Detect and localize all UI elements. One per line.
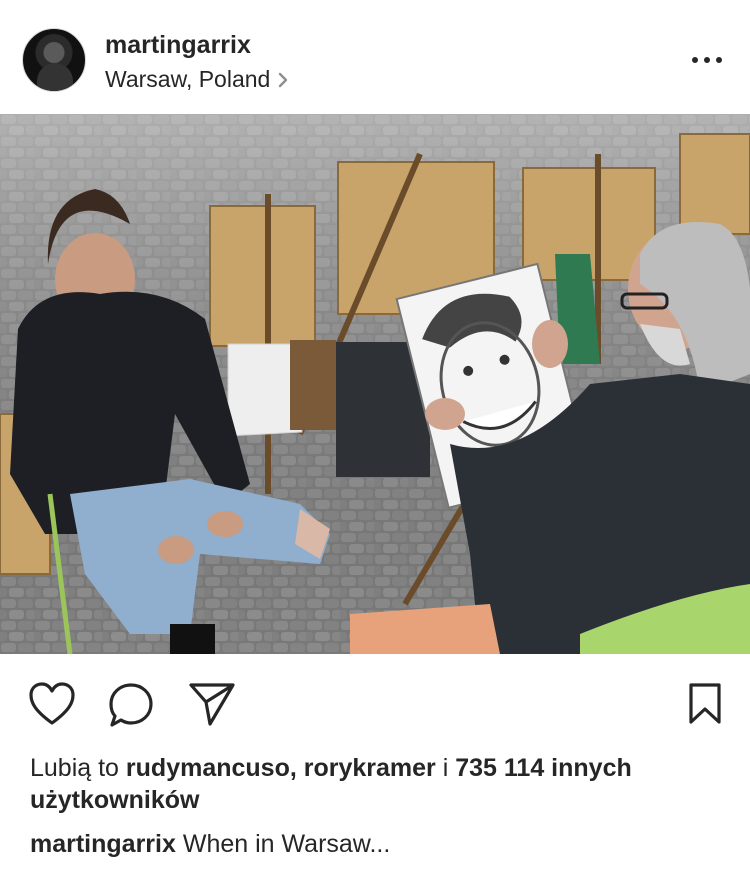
location-label: Warsaw, Poland: [105, 66, 271, 92]
heart-icon[interactable]: [28, 682, 76, 726]
post-photo[interactable]: [0, 114, 750, 654]
caption-username[interactable]: martingarrix: [30, 830, 176, 858]
post-username[interactable]: martingarrix: [105, 31, 251, 60]
caption-text: When in Warsaw...: [182, 830, 391, 858]
likes-prefix: Lubią to: [30, 754, 119, 782]
post-location[interactable]: Warsaw, Poland: [105, 66, 290, 93]
likes-connector: i: [442, 754, 449, 782]
likes-summary[interactable]: Lubią to rudymancuso, rorykramer i 735 1…: [30, 752, 730, 816]
share-icon[interactable]: [188, 682, 236, 726]
avatar[interactable]: [22, 28, 86, 92]
post-caption: martingarrix When in Warsaw...: [30, 828, 390, 860]
liked-by-user[interactable]: rorykramer: [304, 754, 436, 782]
bookmark-icon[interactable]: [688, 682, 722, 726]
post-header: martingarrix Warsaw, Poland: [0, 0, 750, 114]
photo-illustration: [0, 114, 750, 654]
liked-by-user[interactable]: rudymancuso,: [126, 754, 297, 782]
comment-icon[interactable]: [108, 682, 154, 728]
more-options-icon[interactable]: [692, 52, 722, 68]
chevron-right-icon: [279, 72, 288, 87]
action-bar: [0, 654, 750, 754]
